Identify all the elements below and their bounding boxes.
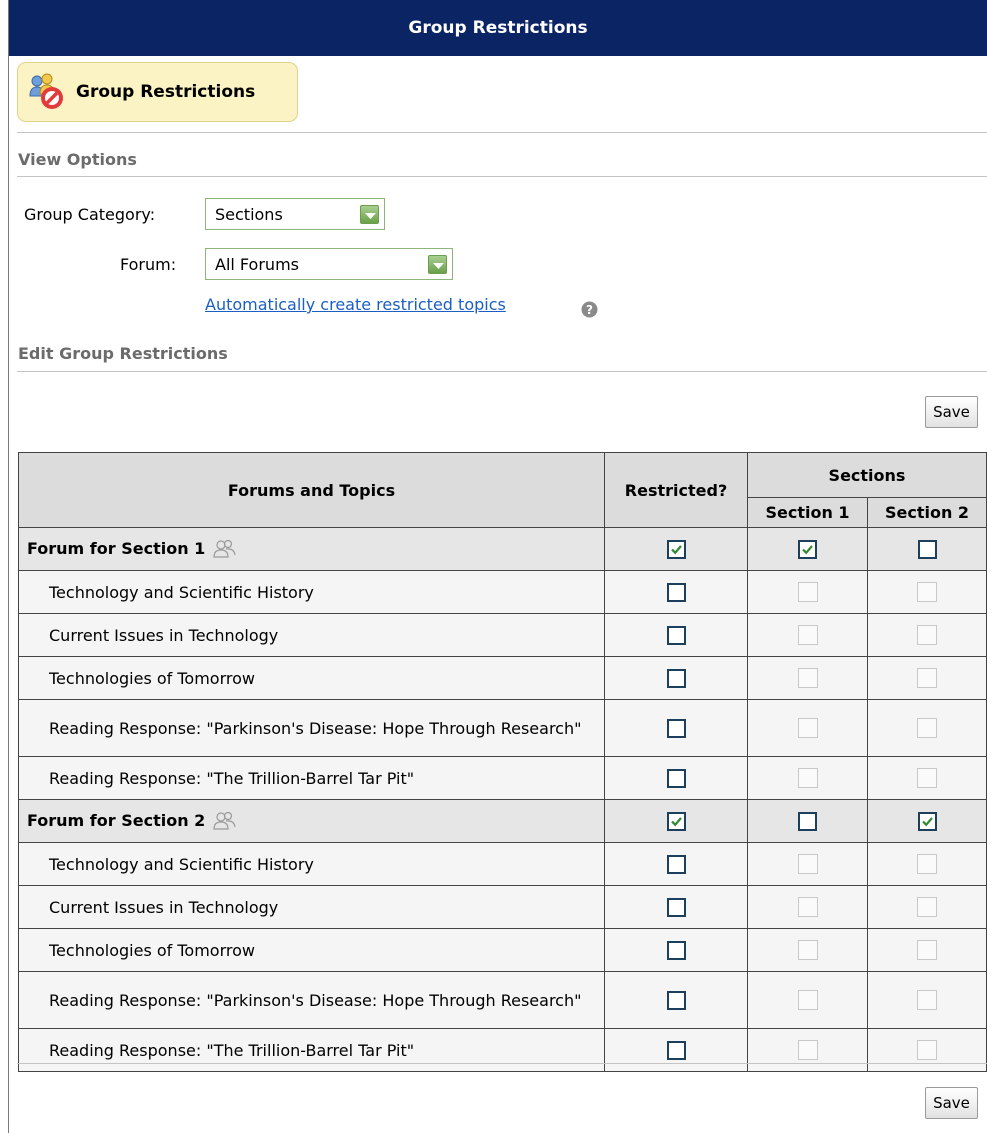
topic-name: Reading Response: "Parkinson's Disease: … (49, 718, 582, 738)
group-category-select[interactable]: Sections (205, 198, 385, 230)
topic-name: Technologies of Tomorrow (49, 940, 255, 960)
section-2-checkbox (917, 854, 937, 875)
restricted-checkbox[interactable] (666, 626, 686, 645)
chevron-down-icon (428, 255, 447, 274)
restricted-checkbox[interactable] (666, 583, 686, 602)
topic-name: Current Issues in Technology (49, 897, 279, 917)
restricted-checkbox[interactable] (666, 769, 686, 788)
section-1-checkbox (797, 940, 818, 961)
topic-row: Current Issues in Technology (18, 885, 987, 929)
section-2-checkbox (917, 625, 937, 646)
restricted-checkbox[interactable] (666, 991, 686, 1010)
section-2-checkbox (917, 582, 937, 603)
section-1-checkbox (797, 768, 818, 789)
divider (17, 371, 987, 372)
save-button-bottom[interactable]: Save (925, 1087, 978, 1119)
section-2-checkbox[interactable] (917, 540, 937, 559)
group-restrictions-button[interactable]: Group Restrictions (17, 62, 298, 122)
group-icon (213, 812, 236, 830)
edit-group-restrictions-heading: Edit Group Restrictions (18, 344, 228, 363)
restricted-checkbox[interactable] (666, 719, 686, 738)
auto-create-restricted-topics-link[interactable]: Automatically create restricted topics (205, 295, 506, 314)
forum-name: Forum for Section 2 (27, 810, 206, 830)
group-category-value: Sections (215, 204, 283, 224)
topic-name: Reading Response: "Parkinson's Disease: … (49, 990, 582, 1010)
section-1-checkbox (797, 1040, 818, 1061)
section-2-checkbox (917, 668, 937, 689)
forum-row: Forum for Section 1 (18, 527, 987, 571)
topic-row: Current Issues in Technology (18, 613, 987, 657)
group-restrictions-label: Group Restrictions (76, 82, 256, 102)
restricted-checkbox[interactable] (666, 540, 686, 559)
topic-row: Technology and Scientific History (18, 570, 987, 614)
section-2-checkbox[interactable] (917, 812, 937, 831)
topic-name: Technology and Scientific History (49, 854, 314, 874)
section-2-checkbox (917, 990, 937, 1011)
section-1-checkbox[interactable] (798, 812, 817, 831)
col-header-forums: Forums and Topics (18, 452, 605, 528)
svg-text:?: ? (586, 303, 593, 317)
topic-row: Technology and Scientific History (18, 842, 987, 886)
section-1-checkbox (797, 718, 818, 739)
forum-name: Forum for Section 1 (27, 538, 206, 558)
chevron-down-icon (360, 205, 379, 224)
section-1-checkbox (797, 854, 818, 875)
section-2-checkbox (917, 768, 937, 789)
section-1-checkbox (797, 897, 818, 918)
col-header-sections: Sections (747, 452, 987, 498)
topic-name: Technologies of Tomorrow (49, 668, 255, 688)
section-2-checkbox (917, 940, 937, 961)
topic-name: Reading Response: "The Trillion-Barrel T… (49, 768, 415, 788)
group-icon (213, 540, 236, 558)
section-2-checkbox (917, 718, 937, 739)
restricted-checkbox[interactable] (666, 855, 686, 874)
view-options-heading: View Options (18, 150, 137, 169)
save-button-top[interactable]: Save (925, 396, 978, 428)
group-restrictions-icon (29, 73, 63, 109)
section-2-checkbox (917, 1040, 937, 1061)
col-header-section-1: Section 1 (747, 497, 868, 528)
group-category-label: Group Category: (24, 205, 156, 224)
col-header-restricted: Restricted? (604, 452, 748, 528)
divider (17, 176, 987, 177)
restricted-checkbox[interactable] (666, 941, 686, 960)
restricted-checkbox[interactable] (666, 669, 686, 688)
divider (17, 132, 987, 133)
topic-row: Reading Response: "Parkinson's Disease: … (18, 971, 987, 1029)
frame-border (8, 0, 9, 1133)
topic-row: Reading Response: "The Trillion-Barrel T… (18, 756, 987, 800)
topic-row: Reading Response: "Parkinson's Disease: … (18, 699, 987, 757)
divider (17, 1063, 987, 1064)
restricted-checkbox[interactable] (666, 812, 686, 831)
forum-select[interactable]: All Forums (205, 248, 453, 280)
section-2-checkbox (917, 897, 937, 918)
topic-name: Reading Response: "The Trillion-Barrel T… (49, 1040, 415, 1060)
section-1-checkbox[interactable] (798, 540, 817, 559)
section-1-checkbox (797, 625, 818, 646)
forum-row: Forum for Section 2 (18, 799, 987, 843)
restrictions-table: Forums and Topics Restricted? Sections S… (18, 452, 987, 1072)
forum-value: All Forums (215, 254, 299, 274)
forum-label: Forum: (120, 255, 177, 274)
topic-name: Technology and Scientific History (49, 582, 314, 602)
topic-name: Current Issues in Technology (49, 625, 279, 645)
topic-row: Technologies of Tomorrow (18, 656, 987, 700)
window-title: Group Restrictions (9, 0, 987, 56)
topic-row: Technologies of Tomorrow (18, 928, 987, 972)
section-1-checkbox (797, 990, 818, 1011)
section-1-checkbox (797, 668, 818, 689)
restricted-checkbox[interactable] (666, 1041, 686, 1060)
help-icon[interactable]: ? (581, 301, 598, 318)
restricted-checkbox[interactable] (666, 898, 686, 917)
col-header-section-2: Section 2 (867, 497, 987, 528)
section-1-checkbox (797, 582, 818, 603)
topic-row: Reading Response: "The Trillion-Barrel T… (18, 1028, 987, 1072)
